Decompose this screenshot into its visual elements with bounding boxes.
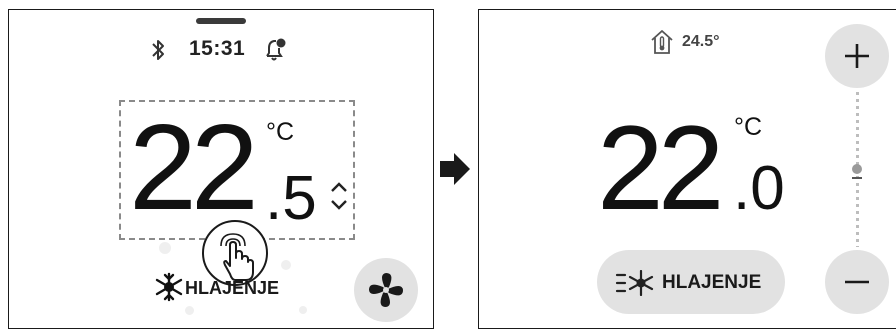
- house-thermometer-icon: [651, 30, 673, 54]
- fan-button[interactable]: [354, 258, 418, 322]
- ripple-dot: [159, 242, 171, 254]
- thermostat-screen-before: 15:31 22 °C .5 HLAJENJE: [8, 9, 434, 329]
- setpoint-slider-knob[interactable]: [852, 164, 862, 174]
- setpoint-integer: 22: [597, 101, 725, 235]
- thermostat-screen-after: 24.5° 22 °C .0 HLAJENJE: [478, 9, 896, 329]
- status-bar: 15:31: [149, 36, 299, 64]
- mode-button[interactable]: HLAJENJE: [597, 250, 785, 314]
- snowflake-icon: [155, 272, 183, 302]
- mode-label: HLAJENJE: [185, 278, 280, 298]
- setpoint-unit: °C: [734, 113, 763, 141]
- arrow-right-icon: [440, 153, 470, 185]
- mode-label: HLAJENJE: [662, 272, 762, 293]
- ripple-dot: [299, 306, 307, 314]
- indoor-temperature-value: 24.5°: [682, 33, 720, 50]
- drag-handle[interactable]: [196, 18, 246, 24]
- bluetooth-icon: [152, 40, 164, 60]
- setpoint-decimal: .0: [733, 154, 785, 223]
- up-down-icon[interactable]: [329, 180, 349, 212]
- setpoint-unit: °C: [266, 118, 295, 146]
- setpoint-integer: 22: [129, 99, 259, 235]
- decrease-temperature-button[interactable]: [825, 250, 889, 314]
- ripple-dot: [281, 260, 291, 270]
- bell-icon[interactable]: [262, 37, 288, 63]
- plus-icon: [845, 44, 869, 68]
- setpoint-slider-marker: [852, 177, 862, 179]
- snowflake-icon: [615, 270, 654, 296]
- fan-icon: [369, 273, 403, 307]
- increase-temperature-button[interactable]: [825, 24, 889, 88]
- clock-time: 15:31: [189, 37, 246, 60]
- minus-icon: [845, 280, 869, 284]
- ripple-dot: [185, 306, 194, 315]
